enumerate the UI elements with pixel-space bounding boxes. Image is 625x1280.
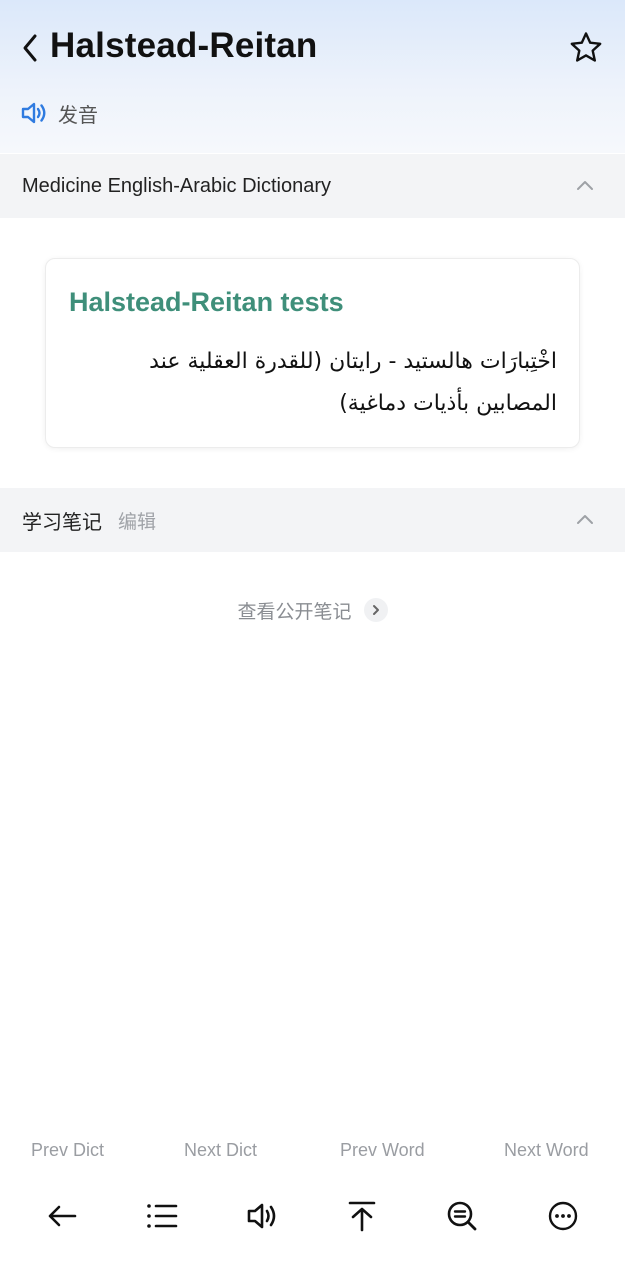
- more-toolbar-button[interactable]: [539, 1192, 587, 1240]
- dictionary-navigation: Prev Dict Next Dict Prev Word Next Word: [0, 1140, 625, 1166]
- entry-definition: اخْتِبارَات هالستيد - رايتان (للقدرة الع…: [149, 349, 557, 416]
- dictionary-section-header[interactable]: Medicine English-Arabic Dictionary: [0, 154, 625, 218]
- notes-edit-button[interactable]: 编辑: [118, 507, 156, 534]
- notes-section-header[interactable]: 学习笔记 编辑: [0, 488, 625, 552]
- chevron-up-icon[interactable]: [575, 176, 595, 196]
- view-public-notes-link[interactable]: 查看公开笔记: [0, 594, 625, 626]
- chevron-up-icon[interactable]: [575, 510, 595, 530]
- public-notes-label: 查看公开笔记: [237, 600, 352, 623]
- search-text-icon: [447, 1201, 477, 1231]
- favorite-button[interactable]: [566, 28, 606, 68]
- speaker-outline-icon: [247, 1203, 276, 1229]
- entry-term: Halstead-Reitan tests: [69, 287, 344, 317]
- scroll-top-icon: [348, 1201, 376, 1232]
- arrow-left-icon: [48, 1205, 77, 1227]
- header: Halstead-Reitan 发音: [0, 0, 625, 153]
- back-toolbar-button[interactable]: [38, 1192, 86, 1240]
- notes-title: 学习笔记: [22, 509, 102, 534]
- list-toolbar-button[interactable]: [138, 1192, 186, 1240]
- speaker-icon: [21, 102, 46, 124]
- prev-word-button[interactable]: Prev Word: [340, 1140, 425, 1161]
- word-title: Halstead-Reitan: [50, 26, 318, 65]
- bottom-toolbar: [0, 1192, 625, 1240]
- back-button[interactable]: [14, 28, 46, 68]
- back-arrow-icon: [23, 34, 37, 62]
- pronounce-label: 发音: [58, 102, 98, 127]
- next-word-button[interactable]: Next Word: [504, 1140, 589, 1161]
- star-icon: [570, 32, 602, 62]
- dictionary-name: Medicine English-Arabic Dictionary: [22, 174, 332, 197]
- prev-dict-button[interactable]: Prev Dict: [31, 1140, 104, 1161]
- list-icon: [147, 1204, 178, 1228]
- definition-card: Halstead-Reitan tests اخْتِبارَات هالستي…: [45, 258, 580, 448]
- pronounce-button[interactable]: 发音: [20, 98, 98, 128]
- next-dict-button[interactable]: Next Dict: [184, 1140, 257, 1161]
- speak-toolbar-button[interactable]: [238, 1192, 286, 1240]
- search-text-toolbar-button[interactable]: [438, 1192, 486, 1240]
- scroll-top-toolbar-button[interactable]: [338, 1192, 386, 1240]
- more-icon: [548, 1201, 578, 1231]
- chevron-right-icon: [363, 598, 388, 622]
